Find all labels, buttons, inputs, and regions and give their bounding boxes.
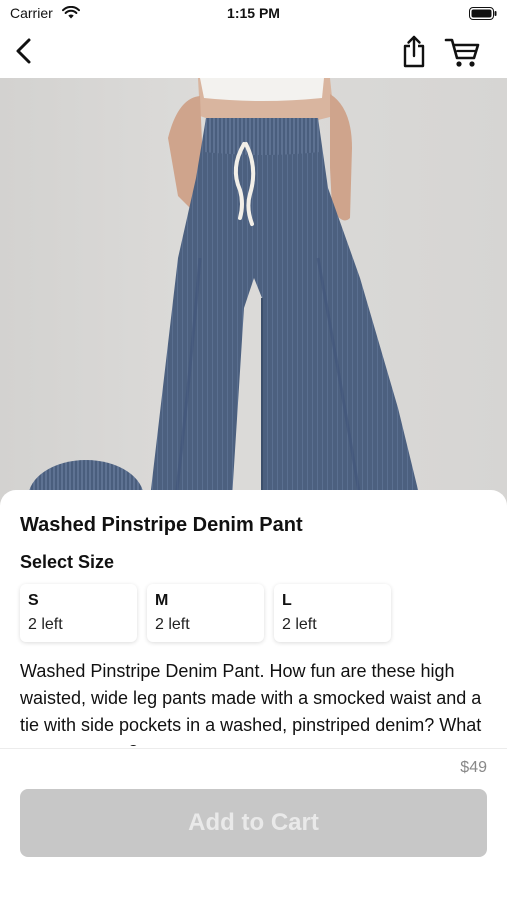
status-time: 1:15 PM: [227, 5, 280, 21]
size-name: S: [28, 592, 39, 609]
size-name: M: [155, 592, 169, 609]
size-name: L: [282, 592, 292, 609]
share-icon[interactable]: [400, 34, 428, 68]
size-stock: 2 left: [28, 616, 63, 633]
product-price: $49: [460, 759, 487, 776]
product-image[interactable]: [0, 78, 507, 508]
product-description: Washed Pinstripe Denim Pant. How fun are…: [20, 661, 482, 746]
back-icon[interactable]: [12, 36, 36, 66]
size-option-m[interactable]: M 2 left: [147, 584, 264, 642]
denim-pants-photo: [28, 78, 420, 508]
status-bar: Carrier 1:15 PM: [0, 0, 507, 28]
purchase-footer: $49 Add to Cart: [0, 748, 507, 900]
size-option-l[interactable]: L 2 left: [274, 584, 391, 642]
select-size-label: Select Size: [20, 552, 115, 572]
size-stock: 2 left: [282, 616, 317, 633]
nav-bar: [0, 28, 507, 78]
cart-icon[interactable]: [444, 36, 480, 68]
size-stock: 2 left: [155, 616, 190, 633]
product-title: Washed Pinstripe Denim Pant: [20, 514, 303, 536]
size-option-s[interactable]: S 2 left: [20, 584, 137, 642]
battery-icon: [469, 7, 497, 20]
add-to-cart-button[interactable]: Add to Cart: [20, 789, 487, 857]
